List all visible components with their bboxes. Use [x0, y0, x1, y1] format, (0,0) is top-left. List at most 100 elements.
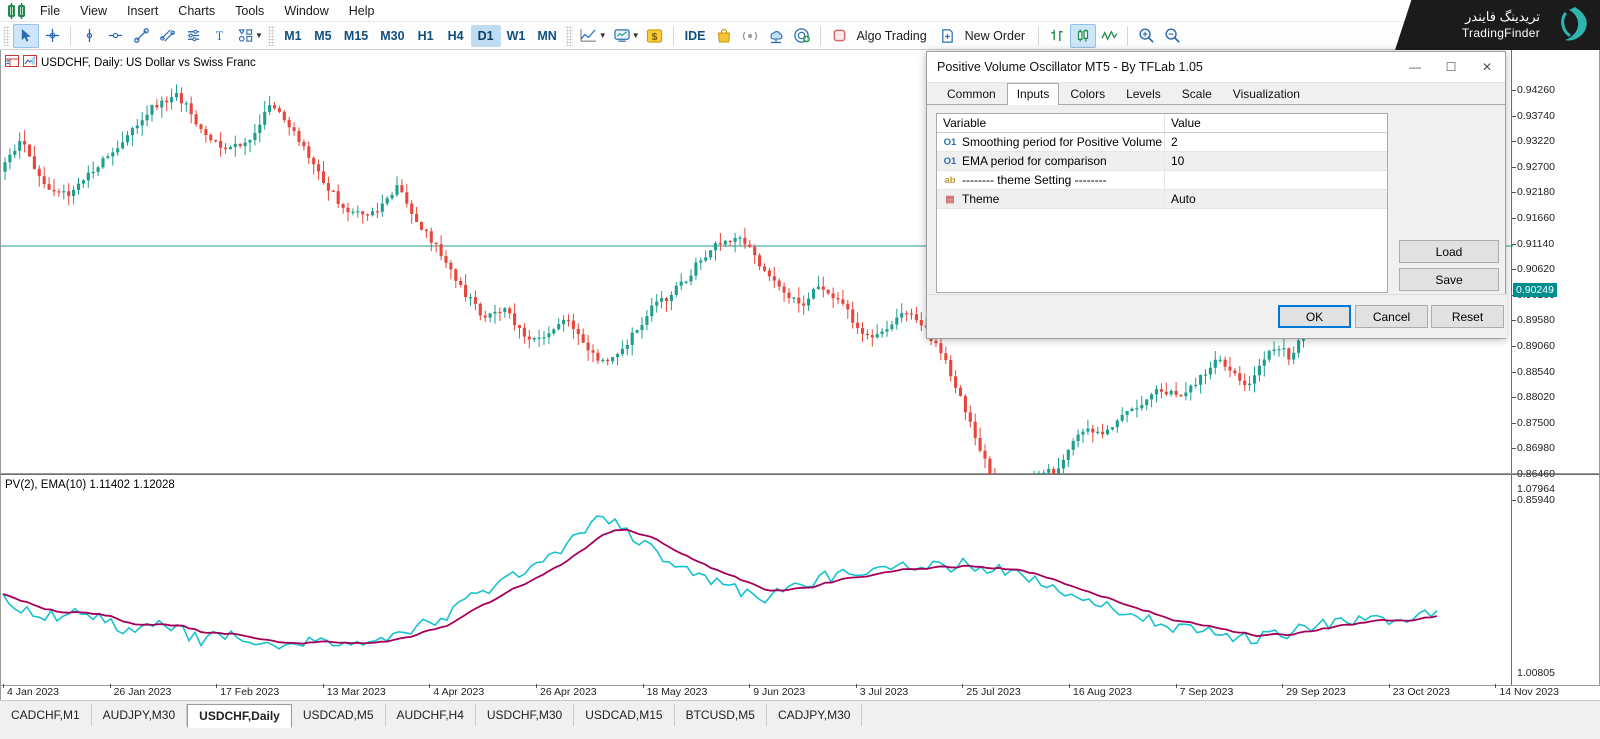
crosshair-tool-icon[interactable]	[39, 24, 65, 48]
dialog-title-bar[interactable]: Positive Volume Oscillator MT5 - By TFLa…	[927, 52, 1505, 83]
timeframe-h4[interactable]: H4	[441, 25, 471, 47]
price-tick-label: 0.88540	[1517, 365, 1555, 378]
timeframe-m1[interactable]: M1	[278, 25, 308, 47]
cancel-button[interactable]: Cancel	[1355, 305, 1428, 328]
svg-text:$: $	[652, 31, 658, 42]
save-button[interactable]: Save	[1399, 268, 1499, 291]
date-axis[interactable]: 4 Jan 2023 26 Jan 2023 17 Feb 2023 13 Mar 2…	[0, 684, 1600, 700]
timeframe-w1[interactable]: W1	[501, 25, 532, 47]
horizontal-line-tool-icon[interactable]	[102, 24, 128, 48]
line-mode-chart-icon[interactable]	[1096, 24, 1122, 48]
fibonacci-tool-icon[interactable]	[180, 24, 206, 48]
indicator-panel[interactable]: PV(2), EMA(10) 1.11402 1.12028 1.07964 1…	[0, 474, 1600, 686]
algo-trading-icon[interactable]	[826, 24, 852, 48]
menu-item-charts[interactable]: Charts	[168, 2, 225, 20]
price-tick-mark	[1512, 192, 1516, 194]
chart-tab-cadchf-m1[interactable]: CADCHF,M1	[0, 704, 92, 726]
templates-dropdown-icon[interactable]: ▼	[632, 31, 640, 40]
brand-text: تریدینگ فایندر TradingFinder	[1395, 9, 1546, 40]
dialog-minimize-button[interactable]: —	[1397, 52, 1433, 83]
candlestick-chart-icon[interactable]	[1070, 23, 1097, 48]
chart-tab-audjpy-m30[interactable]: AUDJPY,M30	[92, 704, 188, 726]
table-row[interactable]: O1 Smoothing period for Positive Volume …	[937, 133, 1387, 152]
table-row[interactable]: O1 EMA period for comparison 10	[937, 152, 1387, 171]
chart-tab-btcusd-m5[interactable]: BTCUSD,M5	[675, 704, 767, 726]
chart-type-dropdown-icon[interactable]: ▼	[599, 31, 607, 40]
price-tick-mark	[1512, 320, 1516, 322]
dialog-side-buttons: Load Save	[1399, 240, 1499, 296]
toolbar-grip-2[interactable]	[267, 25, 275, 46]
row-value-cell[interactable]: 10	[1165, 152, 1387, 170]
timeframe-h1[interactable]: H1	[411, 25, 441, 47]
toolbar-separator-1	[70, 25, 71, 46]
row-value-cell[interactable]: 2	[1165, 133, 1387, 151]
indicator-axis[interactable]: 1.07964 1.00805	[1511, 475, 1599, 685]
menu-item-help[interactable]: Help	[339, 2, 385, 20]
tab-common[interactable]: Common	[937, 83, 1006, 104]
menu-item-insert[interactable]: Insert	[117, 2, 168, 20]
price-axis[interactable]: 0.94260 0.93740 0.93220 0.92700 0.92180 0.916…	[1511, 50, 1599, 506]
price-tick-mark	[1512, 371, 1516, 373]
ok-button[interactable]: OK	[1278, 305, 1351, 328]
menu-item-window[interactable]: Window	[274, 2, 338, 20]
price-tick-label: 0.94260	[1517, 84, 1555, 96]
chart-tab-usdchf-daily[interactable]: USDCHF,Daily	[187, 704, 292, 728]
trendline-tool-icon[interactable]	[128, 24, 154, 48]
tab-visualization[interactable]: Visualization	[1223, 83, 1310, 104]
vps-cloud-icon[interactable]	[763, 24, 789, 48]
new-order-label[interactable]: New Order	[961, 29, 1033, 43]
table-row[interactable]: ab -------- theme Setting --------	[937, 171, 1387, 190]
indicator-list-icon	[23, 55, 37, 70]
new-order-icon[interactable]	[935, 24, 961, 48]
table-row[interactable]: ▤ Theme Auto	[937, 190, 1387, 209]
dialog-maximize-button[interactable]: ☐	[1433, 52, 1469, 83]
cursor-tool-icon[interactable]	[13, 23, 39, 48]
tab-inputs[interactable]: Inputs	[1006, 83, 1060, 105]
load-button[interactable]: Load	[1399, 240, 1499, 263]
tab-levels[interactable]: Levels	[1116, 83, 1171, 104]
chart-tab-usdcad-m15[interactable]: USDCAD,M15	[574, 704, 675, 726]
zoom-in-icon[interactable]	[1133, 24, 1159, 48]
price-tick-mark	[1512, 141, 1516, 143]
vertical-line-tool-icon[interactable]	[76, 24, 102, 48]
price-tick-mark	[1512, 243, 1516, 245]
algo-trading-label[interactable]: Algo Trading	[852, 29, 934, 43]
timeframe-mn[interactable]: MN	[531, 25, 562, 47]
tab-colors[interactable]: Colors	[1060, 83, 1115, 104]
zoom-out-icon[interactable]	[1159, 24, 1185, 48]
bar-chart-icon[interactable]	[1044, 24, 1070, 48]
brand-watermark: تریدینگ فایندر TradingFinder	[1395, 0, 1600, 50]
price-tick-label: 0.93220	[1517, 135, 1555, 148]
market-watch-icon[interactable]: $	[642, 24, 668, 48]
row-value-cell[interactable]: Auto	[1165, 190, 1387, 208]
chart-tab-audchf-h4[interactable]: AUDCHF,H4	[386, 704, 476, 726]
chart-tab-cadjpy-m30[interactable]: CADJPY,M30	[767, 704, 863, 726]
menu-item-file[interactable]: File	[30, 2, 70, 20]
shapes-dropdown-icon[interactable]: ▼	[255, 31, 263, 40]
chart-symbol-header: USDCHF, Daily: US Dollar vs Swiss Franc	[5, 55, 256, 70]
timeframe-m5[interactable]: M5	[308, 25, 338, 47]
channel-tool-icon[interactable]	[154, 24, 180, 48]
chart-tab-usdcad-m5[interactable]: USDCAD,M5	[292, 704, 386, 726]
tab-scale[interactable]: Scale	[1172, 83, 1222, 104]
menu-item-tools[interactable]: Tools	[225, 2, 274, 20]
dialog-close-button[interactable]: ✕	[1469, 52, 1505, 83]
copy-trading-icon[interactable]	[789, 24, 815, 48]
row-variable-cell: O1 Smoothing period for Positive Volume	[937, 133, 1165, 151]
market-bag-icon[interactable]	[711, 24, 737, 48]
ide-button[interactable]: IDE	[679, 25, 712, 47]
chart-tab-usdchf-m30[interactable]: USDCHF,M30	[476, 704, 575, 726]
timeframe-m30[interactable]: M30	[374, 25, 410, 47]
row-variable-cell: O1 EMA period for comparison	[937, 152, 1165, 170]
text-tool-icon[interactable]: T	[206, 24, 232, 48]
string-param-icon: ab	[944, 174, 956, 186]
signals-icon[interactable]	[737, 24, 763, 48]
toolbar-grip-1[interactable]	[3, 25, 10, 46]
toolbar-grip-3[interactable]	[565, 25, 573, 46]
timeframe-d1[interactable]: D1	[470, 24, 501, 47]
menu-item-view[interactable]: View	[70, 2, 117, 20]
timeframe-m15[interactable]: M15	[338, 25, 374, 47]
date-tick-label: 4 Apr 2023	[433, 686, 485, 698]
reset-button[interactable]: Reset	[1431, 305, 1504, 328]
row-value-cell[interactable]	[1165, 171, 1387, 189]
